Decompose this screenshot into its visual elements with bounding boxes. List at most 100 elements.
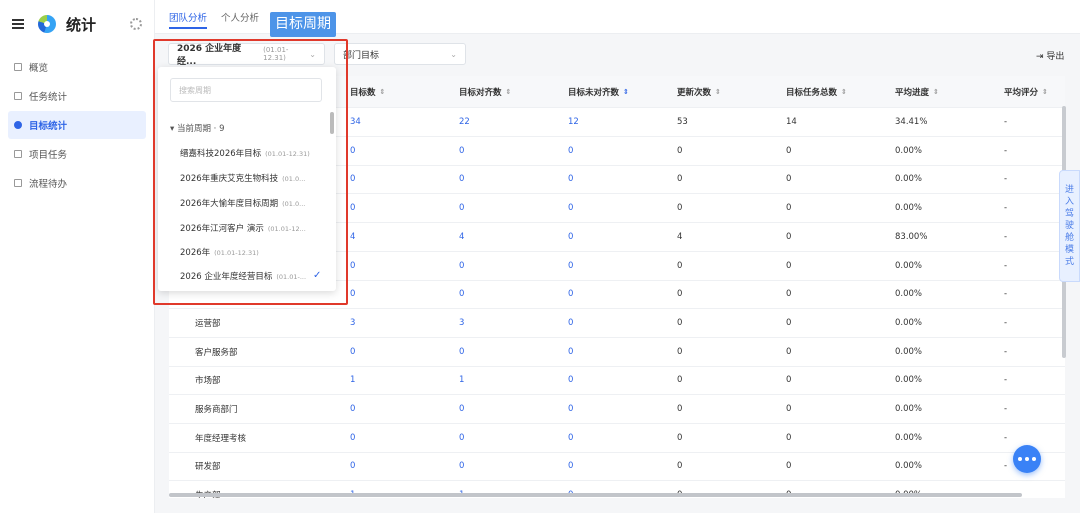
dept-select-value: 部门目标 bbox=[343, 50, 380, 61]
table-row: 服务商部门 0 0 0 0 0 0.00% - bbox=[169, 395, 1065, 424]
period-select[interactable]: 2026 企业年度经... (01.01-12.31) ⌄ bbox=[168, 43, 325, 67]
period-option[interactable]: 2026年江河客户 演示 (01.01-12... bbox=[180, 222, 326, 234]
table-cell[interactable]: 0 bbox=[459, 137, 464, 165]
export-button[interactable]: ⇥ 导出 bbox=[1036, 49, 1064, 62]
header-goal-count[interactable]: 目标数 ⇕ bbox=[350, 76, 385, 107]
table-cell[interactable]: 0 bbox=[459, 165, 464, 193]
horizontal-scrollbar[interactable] bbox=[169, 493, 1022, 497]
table-cell[interactable]: 0 bbox=[568, 252, 573, 280]
period-option[interactable]: 2026年 (01.01-12.31) bbox=[180, 246, 326, 258]
table-cell[interactable]: 0 bbox=[568, 280, 573, 308]
settings-gear-icon[interactable] bbox=[130, 18, 142, 30]
header-aligned[interactable]: 目标对齐数 ⇕ bbox=[459, 76, 511, 107]
table-cell[interactable]: 0 bbox=[568, 395, 573, 423]
tab-team-analysis[interactable]: 团队分析 bbox=[169, 10, 208, 29]
header-task-total[interactable]: 目标任务总数 ⇕ bbox=[786, 76, 847, 107]
period-search-input[interactable] bbox=[170, 78, 322, 102]
table-cell: - bbox=[1004, 203, 1008, 214]
tab-personal-analysis[interactable]: 个人分析 bbox=[221, 10, 259, 24]
table-cell[interactable]: 0 bbox=[459, 395, 464, 423]
table-cell[interactable]: 22 bbox=[459, 108, 470, 136]
app-logo-icon bbox=[38, 15, 56, 33]
period-option-label: 缙嘉科技2026年目标 bbox=[180, 149, 262, 159]
period-option[interactable]: 缙嘉科技2026年目标 (01.01-12.31) bbox=[180, 147, 326, 159]
header-label: 目标对齐数 bbox=[459, 87, 502, 98]
table-cell[interactable]: 0 bbox=[350, 395, 355, 423]
header-unaligned[interactable]: 目标未对齐数 ⇕ bbox=[568, 76, 629, 107]
table-cell[interactable]: 1 bbox=[350, 366, 355, 394]
table-cell[interactable]: 0 bbox=[350, 452, 355, 480]
sidebar-item-goal-stats[interactable]: 目标统计 bbox=[8, 111, 146, 139]
table-cell[interactable]: 0 bbox=[350, 137, 355, 165]
table-cell: 0 bbox=[677, 461, 683, 472]
header-updates[interactable]: 更新次数 ⇕ bbox=[677, 76, 721, 107]
table-cell[interactable]: 0 bbox=[568, 137, 573, 165]
table-cell[interactable]: 0 bbox=[350, 424, 355, 452]
table-cell[interactable]: 12 bbox=[568, 108, 579, 136]
table-cell[interactable]: 0 bbox=[568, 194, 573, 222]
period-option[interactable]: 2026年重庆艾克生物科技 (01.0... bbox=[180, 172, 326, 184]
sidebar-item-task-stats[interactable]: 任务统计 bbox=[8, 82, 146, 110]
table-cell: 4 bbox=[677, 231, 683, 242]
table-cell: 0 bbox=[786, 231, 792, 242]
table-cell[interactable]: 0 bbox=[459, 252, 464, 280]
table-cell[interactable]: 0 bbox=[350, 194, 355, 222]
header-label: 目标任务总数 bbox=[786, 87, 838, 98]
table-cell: 0.00% bbox=[895, 404, 923, 414]
caret-down-icon: ▾ bbox=[170, 124, 175, 134]
table-cell[interactable]: 34 bbox=[350, 108, 361, 136]
header-avg-progress[interactable]: 平均进度 ⇕ bbox=[895, 76, 939, 107]
table-cell[interactable]: 1 bbox=[459, 366, 464, 394]
sidebar-item-workflow-todo[interactable]: 流程待办 bbox=[8, 169, 146, 197]
period-option-selected[interactable]: 2026 企业年度经营目标 (01.01-... bbox=[180, 270, 312, 282]
period-dropdown: ▾ 当前周期 · 9 缙嘉科技2026年目标(01.01-12.31) 2026… bbox=[158, 67, 336, 291]
table-cell[interactable]: 0 bbox=[568, 338, 573, 366]
check-icon: ✓ bbox=[313, 270, 322, 281]
table-cell[interactable]: 0 bbox=[350, 338, 355, 366]
table-cell[interactable]: 3 bbox=[350, 309, 355, 337]
period-option[interactable]: 2026年大愉年度目标周期 (01.0... bbox=[180, 197, 326, 209]
dept-select[interactable]: 部门目标 ⌄ bbox=[334, 43, 466, 65]
table-cell: 0 bbox=[677, 203, 683, 214]
table-cell: - bbox=[1004, 117, 1008, 127]
table-cell[interactable]: 3 bbox=[459, 309, 464, 337]
table-cell[interactable]: 4 bbox=[350, 223, 355, 251]
table-cell[interactable]: 0 bbox=[459, 194, 464, 222]
table-cell: 0 bbox=[677, 375, 683, 386]
table-cell[interactable]: 0 bbox=[568, 452, 573, 480]
table-cell[interactable]: 0 bbox=[568, 366, 573, 394]
table-cell[interactable]: 0 bbox=[568, 309, 573, 337]
sidebar-item-project-tasks[interactable]: 项目任务 bbox=[8, 140, 146, 168]
table-cell[interactable]: 0 bbox=[350, 252, 355, 280]
table-cell[interactable]: 0 bbox=[568, 165, 573, 193]
sidebar-item-overview[interactable]: 概览 bbox=[8, 53, 146, 81]
header-label: 平均评分 bbox=[1004, 87, 1039, 98]
table-cell: 0 bbox=[677, 289, 683, 300]
table-cell[interactable]: 0 bbox=[459, 452, 464, 480]
table-cell[interactable]: 0 bbox=[459, 280, 464, 308]
sort-icon: ⇕ bbox=[933, 87, 939, 96]
table-cell: - bbox=[1004, 317, 1008, 328]
export-icon: ⇥ bbox=[1036, 52, 1044, 62]
table-cell[interactable]: 0 bbox=[568, 223, 573, 251]
table-cell[interactable]: 0 bbox=[459, 424, 464, 452]
table-cell[interactable]: 0 bbox=[459, 338, 464, 366]
overview-icon bbox=[14, 63, 22, 71]
header-avg-score[interactable]: 平均评分 ⇕ bbox=[1004, 76, 1048, 107]
table-cell: - bbox=[1004, 260, 1008, 271]
period-group-header[interactable]: ▾ 当前周期 · 9 bbox=[170, 122, 225, 134]
period-select-range: (01.01-12.31) bbox=[263, 46, 289, 62]
table-cell: 0.00% bbox=[895, 432, 923, 443]
table-cell[interactable]: 4 bbox=[459, 223, 464, 251]
dropdown-scrollbar[interactable] bbox=[330, 112, 334, 134]
more-actions-button[interactable] bbox=[1013, 445, 1041, 473]
cockpit-mode-tab[interactable]: 进入驾驶舱模式 bbox=[1059, 170, 1080, 282]
table-cell[interactable]: 0 bbox=[350, 280, 355, 308]
menu-icon[interactable] bbox=[12, 19, 24, 29]
table-cell[interactable]: 0 bbox=[350, 165, 355, 193]
period-option-range: (01.0... bbox=[282, 200, 306, 208]
table-cell[interactable]: 0 bbox=[568, 424, 573, 452]
chevron-down-icon: ⌄ bbox=[309, 49, 316, 59]
sidebar-item-label: 项目任务 bbox=[29, 150, 68, 161]
sidebar-item-label: 流程待办 bbox=[29, 179, 68, 190]
